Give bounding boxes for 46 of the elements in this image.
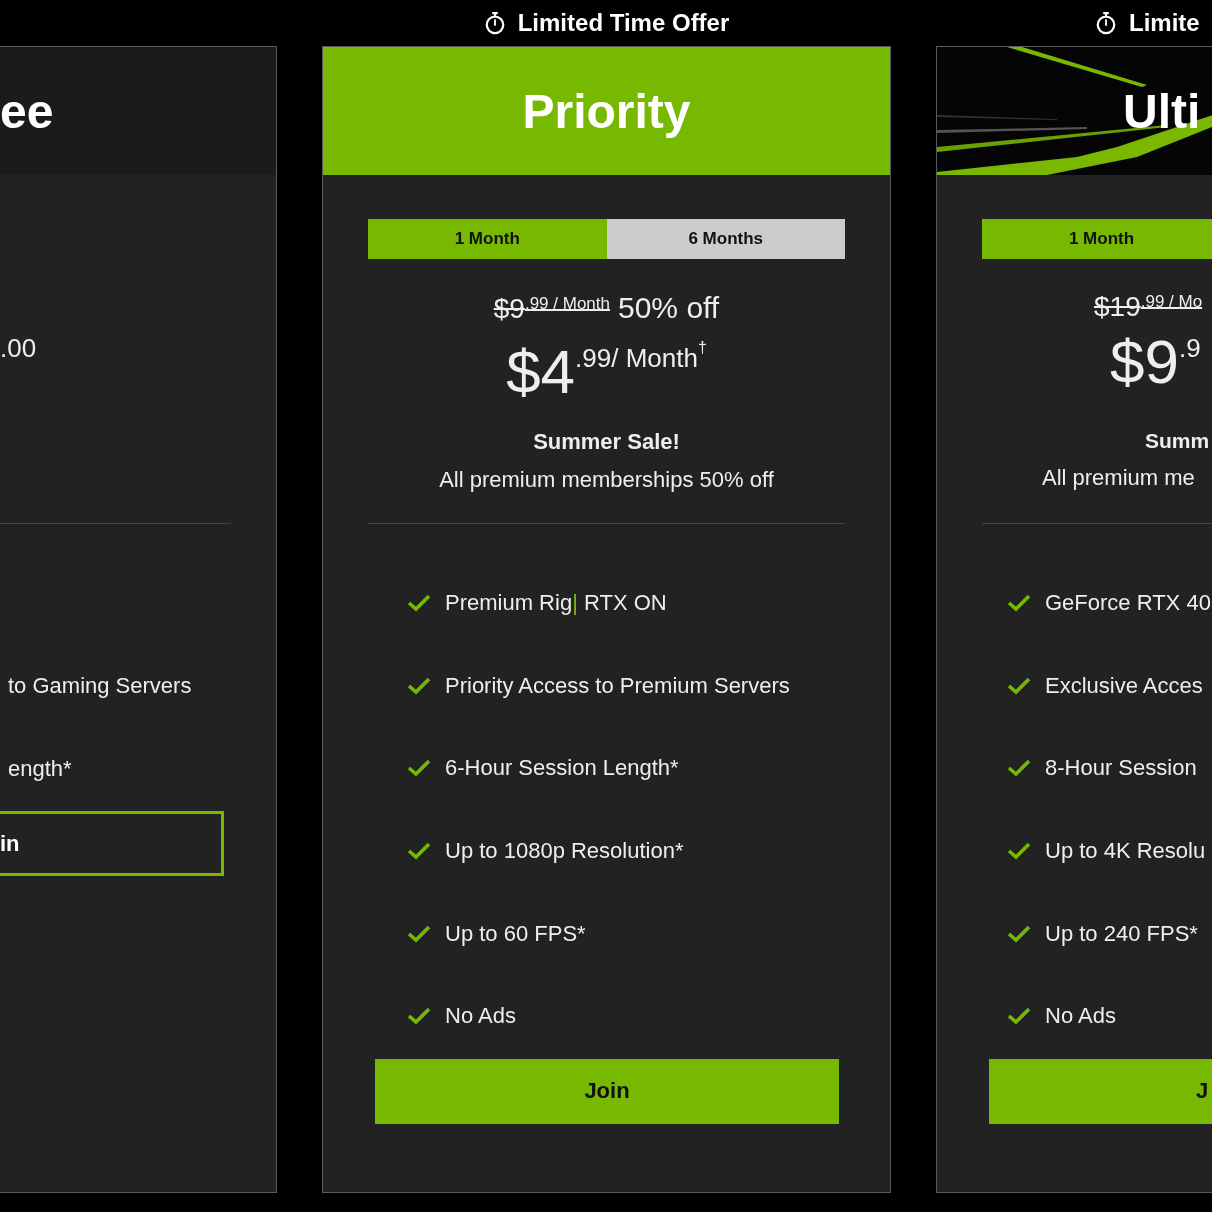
- duration-tab[interactable]: 1 Month: [368, 219, 607, 259]
- check-icon: [1007, 842, 1031, 861]
- check-icon: [1007, 676, 1031, 695]
- plan-title: Ulti: [1123, 83, 1201, 139]
- check-icon: [1007, 759, 1031, 778]
- feature-text: Priority Access to Premium Servers: [445, 672, 790, 699]
- check-icon: [407, 676, 431, 695]
- check-icon: [1007, 924, 1031, 943]
- feature-text: Up to 4K Resolu: [1045, 838, 1206, 865]
- offer-label: Limited Time Offer: [517, 9, 730, 37]
- stopwatch-icon: [1095, 11, 1117, 35]
- feature-text: Premium Rig| RTX ON: [445, 590, 667, 617]
- check-icon: [1007, 594, 1031, 613]
- sale-title: Summ: [1144, 429, 1210, 453]
- price: $9$^{.9}$: [1110, 326, 1201, 398]
- sale-title: Summer Sale!: [533, 429, 680, 455]
- join-button[interactable]: in: [0, 811, 224, 877]
- feature-text: No Ads: [1045, 1003, 1116, 1030]
- feature-text: Up to 1080p Resolution*: [445, 838, 684, 865]
- check-icon: [407, 1007, 431, 1026]
- feature-text: Up to 240 FPS*: [1045, 920, 1198, 947]
- discount-label: 50% off: [618, 291, 720, 325]
- price: .00: [0, 332, 37, 365]
- stopwatch-icon: [483, 11, 506, 35]
- feature-text: 8-Hour Session: [1045, 755, 1197, 782]
- feature-text: No Ads: [445, 1003, 516, 1030]
- check-icon: [407, 594, 431, 613]
- feature-text: GeForce RTX 40: [1045, 590, 1211, 617]
- check-icon: [1007, 1007, 1031, 1026]
- check-icon: [407, 924, 431, 943]
- feature-text: ength*: [8, 755, 72, 782]
- offer-label: Limite: [1129, 9, 1200, 37]
- join-button[interactable]: Join: [375, 1058, 839, 1124]
- feature-text: 6-Hour Session Length*: [445, 755, 679, 782]
- check-icon: [407, 759, 431, 778]
- plan-title: ee: [0, 83, 54, 139]
- join-button[interactable]: J: [989, 1058, 1212, 1124]
- feature-text: Up to 60 FPS*: [445, 920, 586, 947]
- duration-tab[interactable]: 6 Months: [606, 219, 845, 259]
- duration-tab[interactable]: 1 Month: [982, 219, 1212, 259]
- sale-text: All premium me: [1041, 465, 1195, 491]
- feature-text: to Gaming Servers: [8, 673, 192, 700]
- check-icon: [407, 842, 431, 861]
- plan-title: Priority: [522, 83, 691, 139]
- feature-text: Exclusive Acces: [1045, 672, 1203, 699]
- sale-text: All premium memberships 50% off: [439, 467, 774, 493]
